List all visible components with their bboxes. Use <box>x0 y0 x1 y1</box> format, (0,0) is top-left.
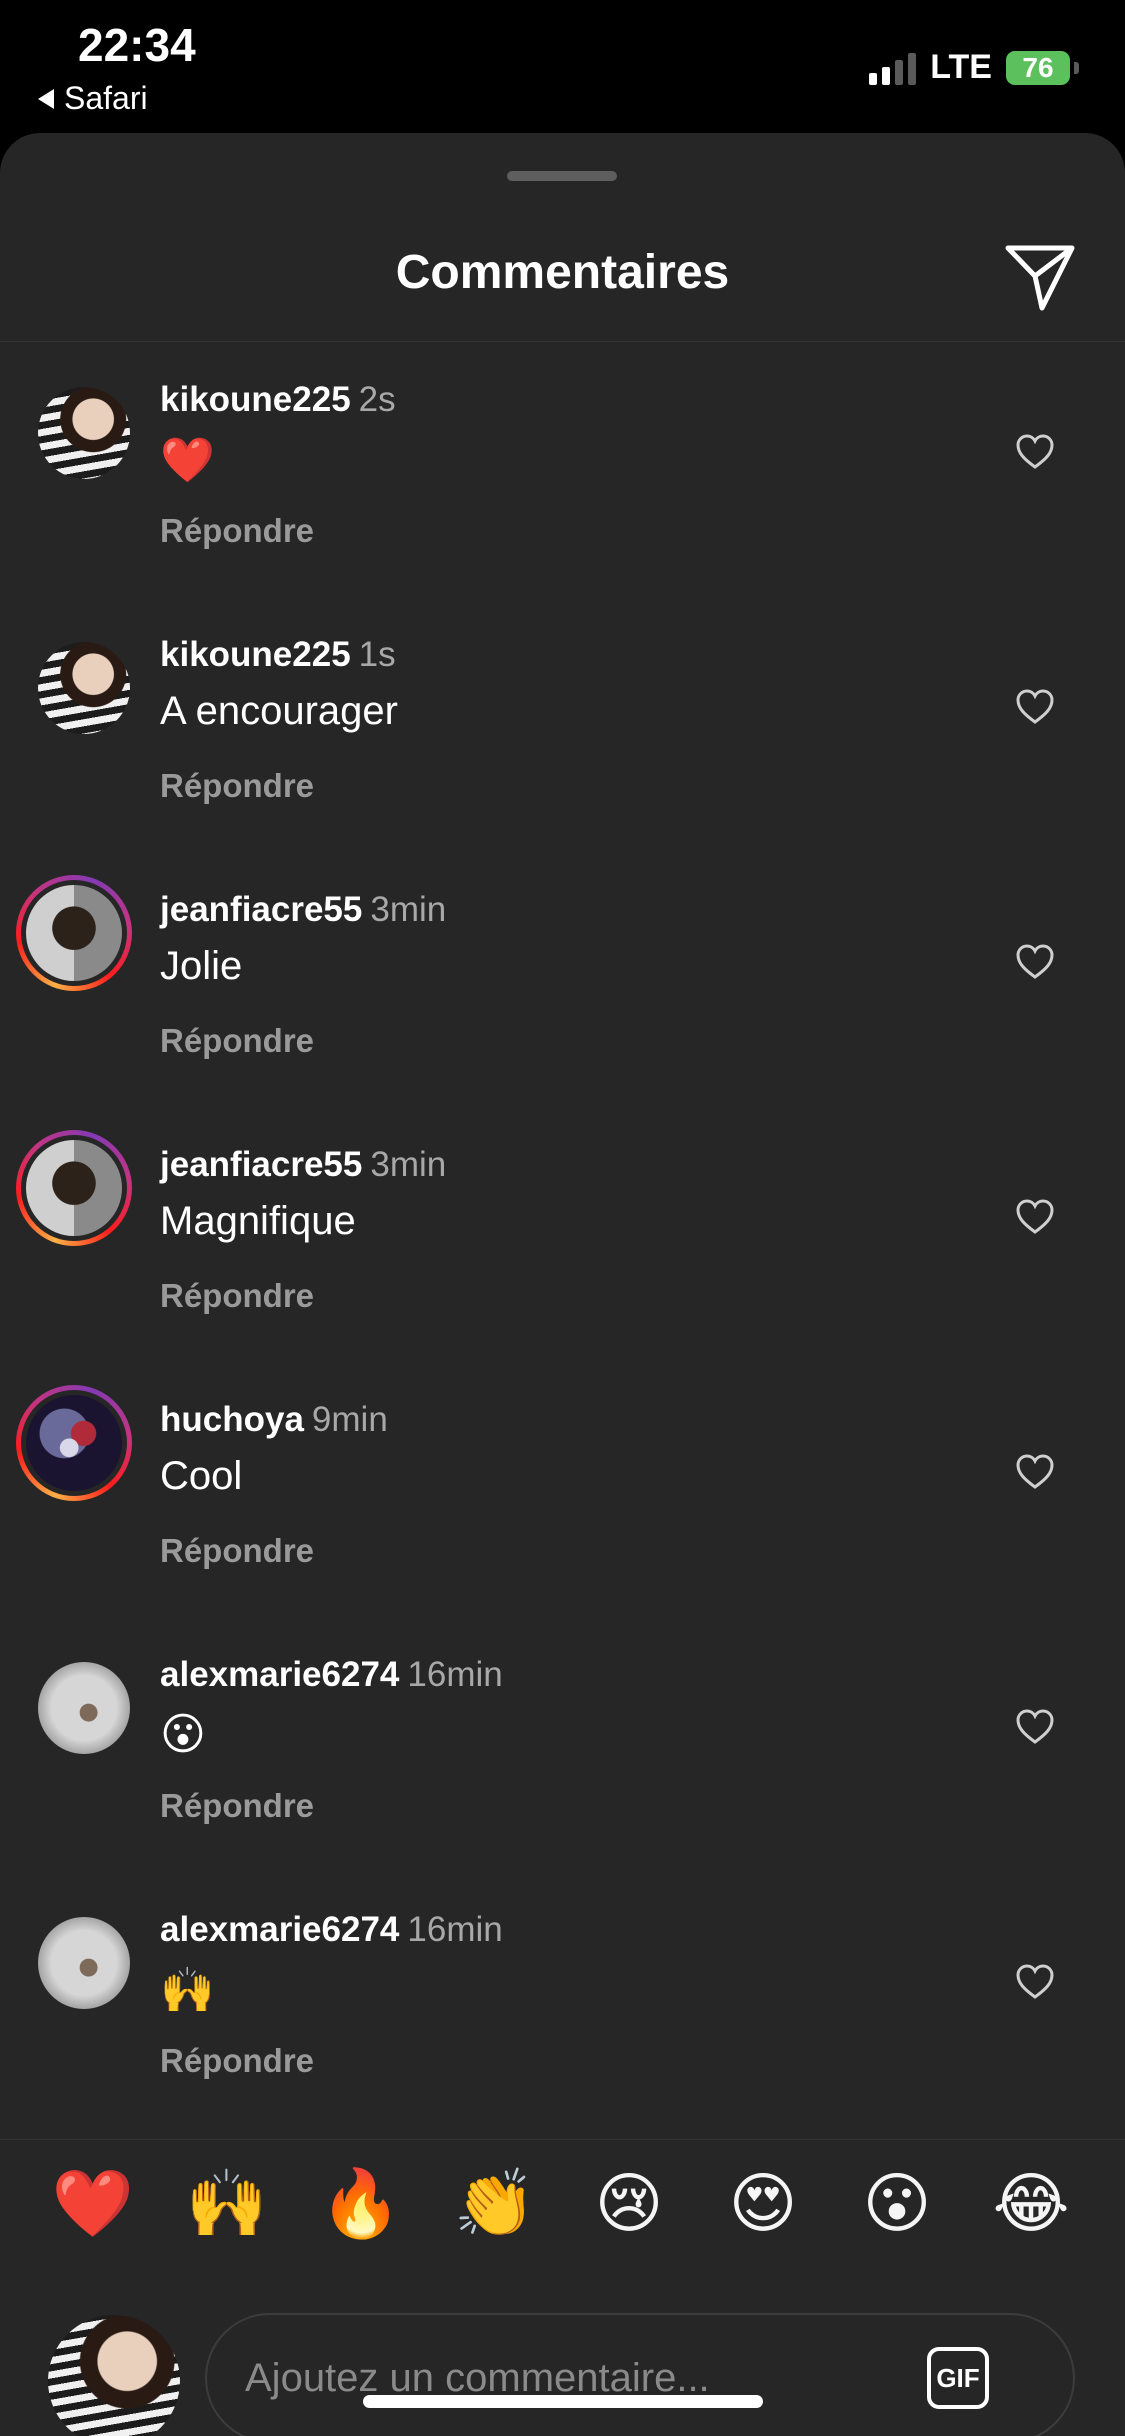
sheet-grabber[interactable] <box>507 171 617 181</box>
comment-text: A encourager <box>160 689 398 733</box>
status-time: 22:34 <box>78 19 196 71</box>
gif-button[interactable]: GIF <box>927 2347 989 2409</box>
emoji-fire-button[interactable]: 🔥 <box>316 2158 406 2248</box>
comment-username[interactable]: alexmarie6274 <box>160 1910 399 1949</box>
comment-item: huchoya 9min Cool Répondre <box>0 1362 1125 1617</box>
like-button[interactable] <box>1016 689 1054 725</box>
comments-list[interactable]: kikoune225 2s ❤️ Répondre kikoune225 1s A … <box>0 342 1125 2139</box>
comment-username[interactable]: huchoya <box>160 1400 304 1439</box>
reply-button[interactable]: Répondre <box>160 1787 314 1825</box>
emoji-heart-button[interactable]: ❤️ <box>48 2158 138 2248</box>
emoji-wow-button[interactable]: 😮 <box>852 2158 942 2248</box>
comments-sheet: Commentaires kikoune225 2s ❤️ Répondre ki… <box>0 133 1125 2436</box>
comment-header: alexmarie6274 16min <box>160 1910 503 1950</box>
emoji-laugh-button[interactable]: 😂 <box>986 2158 1076 2248</box>
avatar[interactable] <box>16 875 132 991</box>
heart-icon <box>1016 1199 1054 1234</box>
comment-time: 9min <box>311 1400 388 1439</box>
emoji-heart-eyes-button[interactable]: 😍 <box>718 2158 808 2248</box>
comment-username[interactable]: alexmarie6274 <box>160 1655 399 1694</box>
avatar[interactable] <box>38 387 130 479</box>
network-type: LTE <box>930 48 992 86</box>
comment-input[interactable]: Ajoutez un commentaire... GIF <box>205 2313 1075 2436</box>
heart-icon <box>1016 1964 1054 1999</box>
comment-text: 😮 <box>160 1710 206 1759</box>
comment-input-placeholder: Ajoutez un commentaire... <box>245 2356 710 2400</box>
comment-time: 16min <box>407 1655 503 1694</box>
back-label: Safari <box>64 80 148 116</box>
back-to-safari-button[interactable]: Safari <box>38 80 148 117</box>
avatar[interactable] <box>38 1917 130 2009</box>
comment-item: alexmarie6274 16min 🙌 Répondre <box>0 1872 1125 2127</box>
comment-time: 16min <box>407 1910 503 1949</box>
avatar[interactable] <box>38 642 130 734</box>
avatar[interactable] <box>16 1385 132 1501</box>
like-button[interactable] <box>1016 1709 1054 1745</box>
comment-time: 1s <box>358 635 396 674</box>
comment-username[interactable]: kikoune225 <box>160 635 351 674</box>
like-button[interactable] <box>1016 1964 1054 2000</box>
emoji-raised-hands-button[interactable]: 🙌 <box>182 2158 272 2248</box>
comment-item: kikoune225 1s A encourager Répondre <box>0 597 1125 852</box>
comment-text: Magnifique <box>160 1199 356 1243</box>
like-button[interactable] <box>1016 1454 1054 1490</box>
back-arrow-icon <box>38 88 54 109</box>
reply-button[interactable]: Répondre <box>160 1532 314 1570</box>
heart-icon <box>1016 1709 1054 1744</box>
comment-time: 2s <box>358 380 396 419</box>
battery-nub <box>1074 61 1079 74</box>
comment-time: 3min <box>370 890 447 929</box>
comment-item: jeanfiacre55 3min Jolie Répondre <box>0 852 1125 1107</box>
avatar[interactable] <box>16 1130 132 1246</box>
emoji-cry-button[interactable]: 😢 <box>584 2158 674 2248</box>
comment-username[interactable]: kikoune225 <box>160 380 351 419</box>
reply-button[interactable]: Répondre <box>160 512 314 550</box>
comment-header: huchoya 9min <box>160 1400 388 1440</box>
reply-button[interactable]: Répondre <box>160 1022 314 1060</box>
signal-icon <box>869 51 917 85</box>
status-indicators: LTE 76 <box>869 48 1079 87</box>
reply-button[interactable]: Répondre <box>160 2042 314 2080</box>
battery-icon: 76 <box>1006 50 1070 85</box>
comment-username[interactable]: jeanfiacre55 <box>160 1145 362 1184</box>
share-button[interactable] <box>1002 238 1078 314</box>
like-button[interactable] <box>1016 434 1054 470</box>
quick-emoji-bar: ❤️ 🙌 🔥 👏 😢 😍 😮 😂 <box>0 2139 1125 2276</box>
like-button[interactable] <box>1016 1199 1054 1235</box>
page-title: Commentaires <box>395 246 730 299</box>
heart-icon <box>1016 434 1054 469</box>
reply-button[interactable]: Répondre <box>160 767 314 805</box>
comment-text: Cool <box>160 1454 243 1498</box>
comment-header: kikoune225 1s <box>160 635 396 675</box>
paper-plane-icon <box>1005 245 1075 311</box>
own-avatar <box>48 2315 180 2436</box>
heart-icon <box>1016 1454 1054 1489</box>
comment-item: alexmarie6274 16min 😮 Répondre <box>0 1617 1125 1872</box>
comment-header: kikoune225 2s <box>160 380 396 420</box>
home-indicator[interactable] <box>363 2395 763 2408</box>
comment-time: 3min <box>370 1145 447 1184</box>
heart-icon <box>1016 944 1054 979</box>
emoji-clap-button[interactable]: 👏 <box>450 2158 540 2248</box>
battery-level: 76 <box>1022 51 1054 83</box>
status-bar: 22:34 Safari LTE 76 <box>0 0 1125 135</box>
comment-text: 🙌 <box>160 1966 215 2015</box>
comment-header: jeanfiacre55 3min <box>160 1145 446 1185</box>
comment-composer: Ajoutez un commentaire... GIF <box>0 2275 1125 2436</box>
like-button[interactable] <box>1016 944 1054 980</box>
comment-text: ❤️ <box>160 436 215 485</box>
reply-button[interactable]: Répondre <box>160 1277 314 1315</box>
comment-header: alexmarie6274 16min <box>160 1655 503 1695</box>
comment-item: kikoune225 2s ❤️ Répondre <box>0 342 1125 597</box>
comment-header: jeanfiacre55 3min <box>160 890 446 930</box>
comment-username[interactable]: jeanfiacre55 <box>160 890 362 929</box>
heart-icon <box>1016 689 1054 724</box>
avatar[interactable] <box>38 1662 130 1754</box>
comment-item: jeanfiacre55 3min Magnifique Répondre <box>0 1107 1125 1362</box>
comment-text: Jolie <box>160 944 243 988</box>
